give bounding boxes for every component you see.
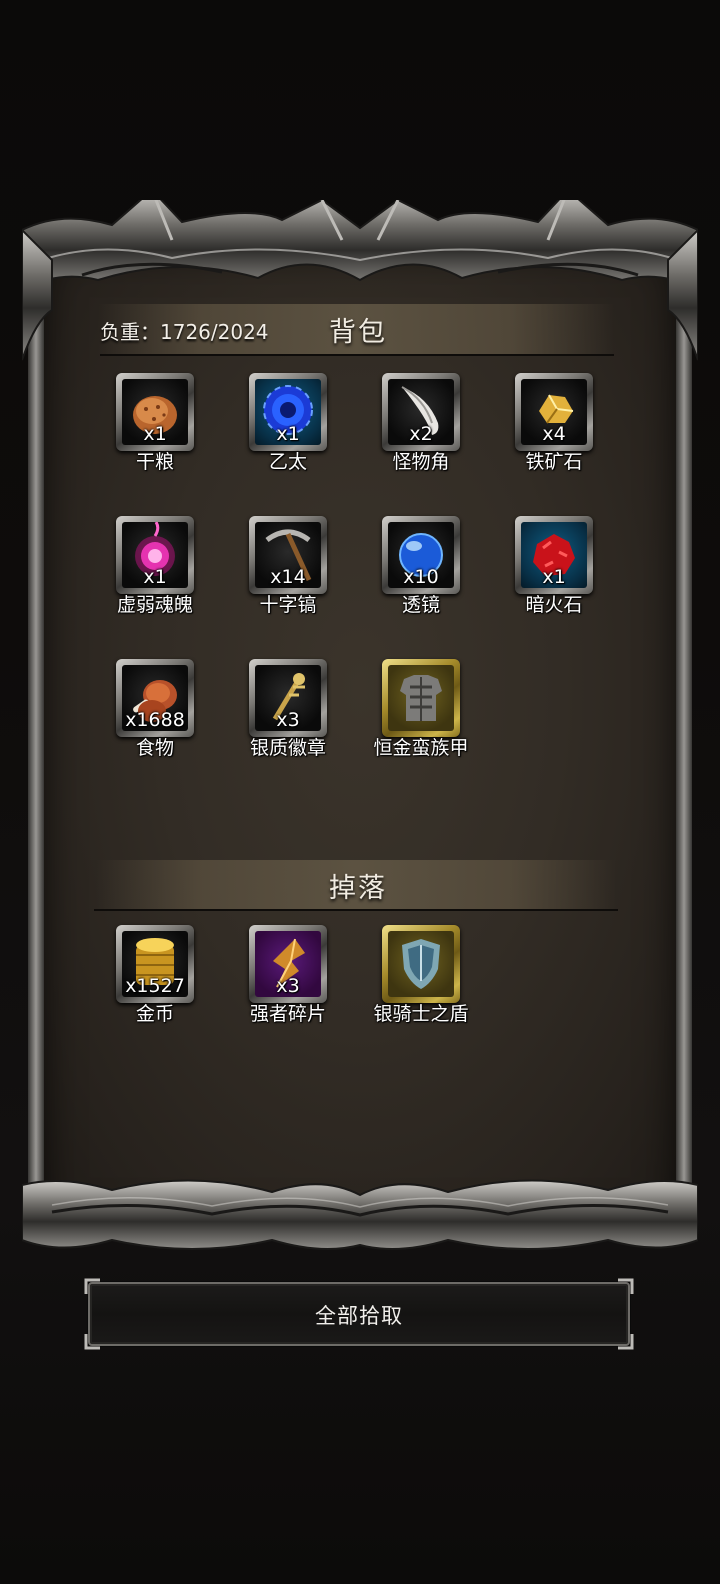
- item-slot-inner: [388, 931, 454, 997]
- item-count: x1: [542, 566, 566, 588]
- shield-icon: [402, 939, 440, 989]
- item-name: 暗火石: [525, 594, 583, 616]
- pickup-all-label: 全部拾取: [315, 1304, 403, 1328]
- item-count: x1527: [125, 975, 185, 997]
- item-slot[interactable]: [382, 925, 460, 1003]
- drop-item[interactable]: 银骑士之盾: [348, 925, 498, 1035]
- item-count: x3: [276, 709, 300, 731]
- item-count: x2: [409, 423, 433, 445]
- backpack-title: 背包: [329, 317, 387, 348]
- item-slot[interactable]: [382, 659, 460, 737]
- pickup-all-button[interactable]: 全部拾取: [84, 1278, 634, 1350]
- backpack-item[interactable]: x1 暗火石: [481, 516, 631, 626]
- button-corner-ornament: [84, 1334, 100, 1350]
- backpack-item[interactable]: 恒金蛮族甲: [348, 659, 498, 769]
- button-corner-ornament: [84, 1278, 100, 1294]
- item-count: x3: [276, 975, 300, 997]
- backpack-header-divider: [100, 354, 614, 356]
- drops-title: 掉落: [329, 873, 387, 904]
- button-corner-ornament: [618, 1334, 634, 1350]
- item-count: x1688: [125, 709, 185, 731]
- item-count: x14: [270, 566, 306, 588]
- item-name: 铁矿石: [525, 451, 583, 473]
- item-count: x1: [143, 566, 167, 588]
- item-count: x4: [542, 423, 566, 445]
- armor-icon: [400, 675, 442, 721]
- item-name: 银骑士之盾: [373, 1003, 469, 1025]
- item-slot-inner: [388, 665, 454, 731]
- item-name: 恒金蛮族甲: [373, 737, 469, 759]
- item-count: x1: [276, 423, 300, 445]
- item-count: x1: [143, 423, 167, 445]
- backpack-item[interactable]: x4 铁矿石: [481, 373, 631, 483]
- drops-header-divider: [94, 909, 618, 911]
- button-corner-ornament: [618, 1278, 634, 1294]
- weight-label: 负重：1726/2024: [100, 320, 269, 344]
- item-count: x10: [403, 566, 439, 588]
